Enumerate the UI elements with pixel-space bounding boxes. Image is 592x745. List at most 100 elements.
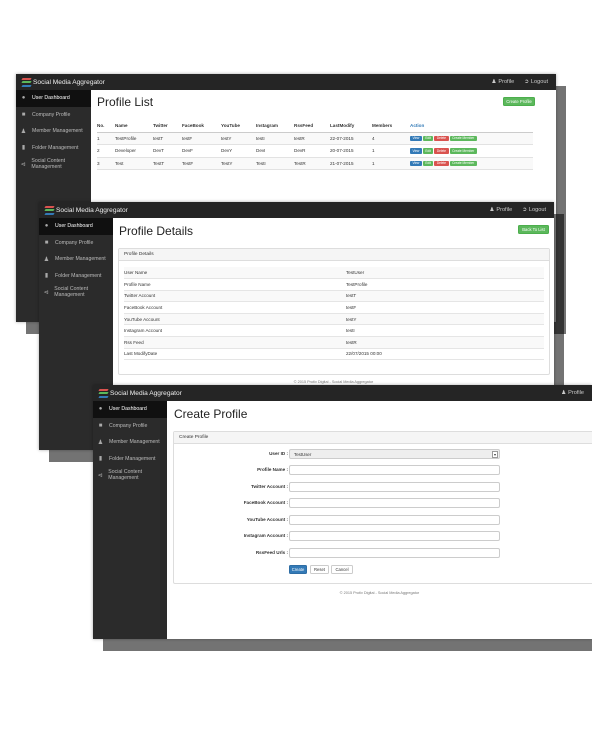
sidebar-item-company-profile[interactable]: ■ Company Profile [93,418,167,435]
logout-icon: ➲ [522,207,527,213]
detail-row: YouTube Account testY [124,313,544,325]
detail-value: TestProfile [346,281,368,287]
sidebar-item-company-profile[interactable]: ■ Company Profile [39,235,113,252]
edit-button[interactable]: Edit [422,135,434,142]
detail-label: Rss Feed [124,339,144,345]
table-cell: DevT [153,148,164,154]
sidebar-item-company-profile[interactable]: ■ Company Profile [16,107,91,124]
user-id-select[interactable]: TestUser ▾ [289,449,500,459]
youtube-account-input[interactable] [289,515,500,525]
sidebar-item-member-management[interactable]: ♟ Member Management [16,123,91,140]
table-cell: testR [294,135,305,141]
view-button[interactable]: View [410,160,422,167]
table-cell: TestI [256,160,266,166]
user-icon: ♟ [43,256,50,263]
detail-value: testT [346,293,357,299]
share-icon: ⊲ [43,289,49,296]
sidebar-item-user-dashboard[interactable]: ● User Dashboard [16,90,91,107]
brand[interactable]: Social Media Aggregator [93,388,182,398]
logout-link[interactable]: ➲ Logout [524,79,548,85]
sidebar-item-folder-management[interactable]: ▮ Folder Management [16,140,91,157]
edit-button[interactable]: Edit [422,160,434,167]
create-profile-button[interactable]: Create Profile [503,97,535,106]
table-cell: testI [256,135,265,141]
edit-button[interactable]: Edit [422,148,434,154]
logout-link-label: Logout [530,79,548,85]
sidebar-item-social-content-management[interactable]: ⊲ Social Content Management [93,467,167,484]
create-member-button[interactable]: Create Member [449,135,477,142]
sidebar-item-label: Company Profile [109,422,148,429]
footer: © 2015 Protiv Digital - Social Media Agg… [339,591,420,595]
create-member-button[interactable]: Create Member [449,160,477,167]
table-cell: DevY [221,148,233,154]
instagram-account-input[interactable] [289,531,500,541]
top-navbar: Social Media Aggregator ♟ Profile [93,385,592,401]
cancel-button[interactable]: Cancel [331,565,353,574]
column-header: YouTube [221,123,240,129]
detail-value: TestUser [346,270,365,276]
form-row-facebook: FaceBook Account : [174,498,592,509]
facebook-account-input[interactable] [289,498,500,508]
detail-value: testF [346,305,357,311]
detail-label: Instagram Account [124,328,163,334]
table-cell: TestY [221,160,233,166]
sidebar-item-folder-management[interactable]: ▮ Folder Management [39,268,113,285]
detail-row: Profile Name TestProfile [124,279,544,291]
detail-value: testY [346,316,357,322]
rssfeed-urls-input[interactable] [289,548,500,558]
column-header: FaceBook [182,123,204,129]
share-icon: ⊲ [20,161,26,168]
brand-logo-icon [44,205,55,215]
detail-row: Rss Feed testR [124,336,544,349]
sidebar-item-user-dashboard[interactable]: ● User Dashboard [93,401,167,418]
profile-link[interactable]: ♟ Profile [491,79,514,85]
view-button[interactable]: View [410,135,422,142]
page-title: Create Profile [174,407,248,421]
back-to-list-button[interactable]: Back To List [518,225,549,234]
action-cell: View Edit Delete Create Member [410,157,533,170]
sidebar-item-social-content-management[interactable]: ⊲ Social Content Management [39,284,113,301]
reset-button[interactable]: Reset [310,565,329,574]
sidebar-item-user-dashboard[interactable]: ● User Dashboard [39,218,113,235]
profile-name-label: Profile Name : [257,467,288,472]
sidebar-item-label: Company Profile [55,239,94,246]
brand-title: Social Media Aggregator [56,206,128,214]
create-member-button[interactable]: Create Member [449,148,477,154]
column-header: Name [115,123,128,129]
footer: © 2015 Protiv Digital - Social Media Agg… [293,380,374,384]
sidebar-item-social-content-management[interactable]: ⊲ Social Content Management [16,156,91,173]
brand[interactable]: Social Media Aggregator [39,205,128,215]
create-button[interactable]: Create [289,565,307,574]
details-table: User Name TestUser Profile Name TestProfil… [124,267,544,360]
facebook-account-label: FaceBook Account : [243,500,288,505]
folder-icon: ▮ [98,456,103,463]
column-header: Instagram [256,123,278,129]
profile-name-input[interactable] [289,465,500,475]
table-cell: 1 [97,135,100,141]
brand[interactable]: Social Media Aggregator [16,77,105,87]
profile-link[interactable]: ♟ Profile [489,207,512,213]
chevron-down-icon: ▾ [492,451,498,458]
sidebar-item-member-management[interactable]: ♟ Member Management [93,434,167,451]
sidebar-item-folder-management[interactable]: ▮ Folder Management [93,451,167,468]
profile-link[interactable]: ♟ Profile [561,390,584,396]
top-navbar: Social Media Aggregator ♟ Profile ➲ Logout [39,202,554,218]
delete-button[interactable]: Delete [434,148,449,154]
details-panel: Profile Details User Name TestUser Profil… [118,248,550,375]
view-button[interactable]: View [410,148,422,154]
column-header: Members [372,123,393,129]
youtube-account-label: YouTube Account : [246,517,288,522]
twitter-account-input[interactable] [289,482,500,492]
dashboard-icon: ● [21,95,26,102]
delete-button[interactable]: Delete [434,135,449,142]
twitter-account-label: Twitter Account : [250,484,288,489]
detail-label: FaceBook Account [124,305,163,311]
folder-icon: ▮ [44,273,49,280]
logout-link[interactable]: ➲ Logout [522,207,546,213]
detail-label: Twitter Account [124,293,156,299]
table-cell: Test [115,160,124,166]
sidebar-item-member-management[interactable]: ♟ Member Management [39,251,113,268]
user-icon: ♟ [489,207,495,213]
table-cell: DevF [182,148,193,154]
delete-button[interactable]: Delete [434,160,449,167]
